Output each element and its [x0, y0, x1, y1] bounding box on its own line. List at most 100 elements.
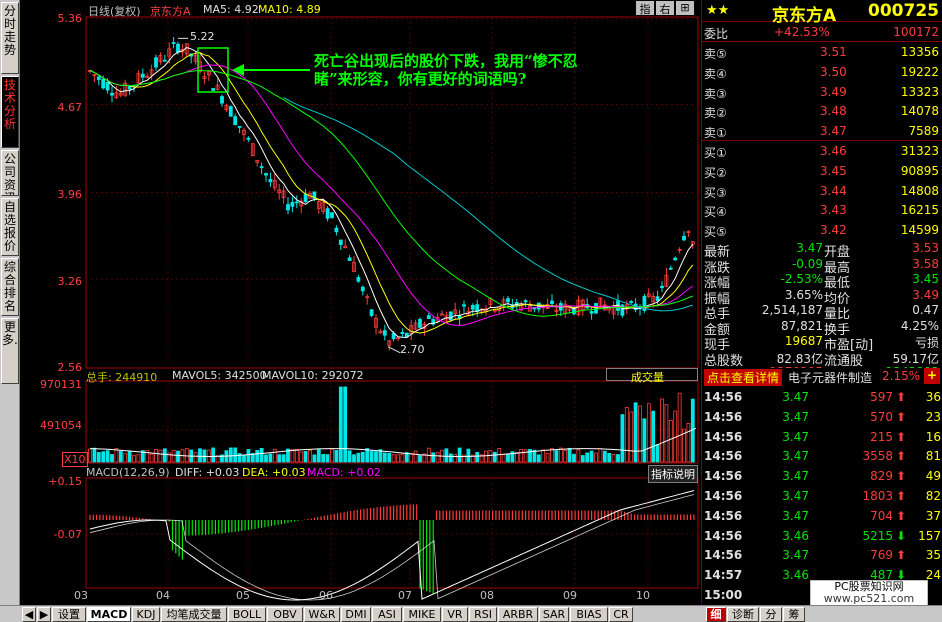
level-volume: 14078: [900, 104, 939, 119]
indicator-tab[interactable]: VR: [442, 607, 468, 622]
tab-more[interactable]: 更多...: [1, 318, 19, 384]
candle-body: [668, 267, 673, 270]
weibi-pct: +42.53%: [774, 25, 830, 39]
macd-help-button[interactable]: 指标说明: [648, 465, 698, 483]
stat-row: 振幅 3.65% 均价 3.49: [702, 288, 942, 307]
indicator-tab[interactable]: BIAS: [570, 607, 608, 622]
volume-bar: [281, 454, 286, 463]
scroll-left-icon[interactable]: ◀: [22, 607, 36, 622]
sector-name[interactable]: 电子元器件制造: [788, 369, 872, 386]
tab-ranking[interactable]: 综合排名: [1, 258, 19, 316]
indicator-tab[interactable]: 均笔成交量: [161, 607, 227, 622]
y-tick-label: 3.96: [57, 188, 83, 201]
tick-time: 14:56: [704, 429, 743, 444]
panel-tab[interactable]: 诊断: [727, 607, 759, 622]
stock-code: 000725: [868, 1, 939, 21]
volume-bar: [466, 448, 471, 463]
volume-bar: [523, 449, 528, 463]
indicator-tab[interactable]: CR: [609, 607, 633, 622]
level-price[interactable]: 3.43: [820, 203, 847, 217]
level-price[interactable]: 3.46: [820, 144, 847, 158]
indicator-tab[interactable]: OBV: [267, 607, 303, 622]
add-button[interactable]: +: [924, 368, 940, 384]
volume-bar: [255, 450, 260, 463]
grid-button[interactable]: ⊞: [676, 1, 694, 15]
vol-total: 总手: 244910: [86, 371, 158, 384]
level-price[interactable]: 3.44: [820, 184, 847, 198]
candle-body: [426, 315, 431, 319]
volume-bar: [541, 449, 546, 463]
level-label: 买⑤: [704, 225, 727, 240]
indicator-tab[interactable]: SAR: [539, 607, 569, 622]
macd-tick-label: +0.15: [48, 475, 82, 488]
level-price[interactable]: 3.45: [820, 164, 847, 178]
kline-chart-svg: [85, 16, 699, 601]
level-price[interactable]: 3.42: [820, 223, 847, 237]
indicator-tab[interactable]: MACD: [87, 607, 131, 622]
volume-bar: [352, 454, 356, 463]
panel-tab[interactable]: 筹: [783, 607, 805, 622]
candle-body: [462, 304, 466, 307]
tick-time: 14:56: [704, 409, 743, 424]
level-volume: 16215: [900, 203, 939, 218]
tab-fenshi[interactable]: 分时走势: [1, 2, 19, 74]
stat-value: 4.25%: [900, 318, 939, 333]
indicator-button[interactable]: 指: [636, 1, 654, 16]
indicator-tab[interactable]: ARBR: [498, 607, 538, 622]
level-price[interactable]: 3.50: [820, 65, 847, 79]
level-price[interactable]: 3.51: [820, 45, 847, 59]
volume-bar: [268, 453, 273, 463]
candle-body: [162, 59, 167, 62]
stat-value: 3.47: [796, 241, 823, 255]
candle-body: [506, 298, 510, 303]
vol-tick-label: 970131: [40, 378, 82, 391]
chart-area[interactable]: 日线(复权) 京东方A MA5: 4.92 MA10: 4.89 指 右 ⊞ 5…: [20, 0, 700, 605]
stat-row: 涨幅 -2.53% 最低 3.45: [702, 272, 942, 291]
indicator-tab[interactable]: W&R: [304, 607, 340, 622]
volume-bar: [96, 452, 101, 463]
stat-value: 87,821: [781, 318, 823, 333]
indicator-tab[interactable]: MIKE: [403, 607, 441, 622]
x-axis-month-label: 09: [563, 589, 577, 602]
tick-price: 3.47: [782, 469, 809, 484]
favorite-stars-icon[interactable]: ★★: [706, 3, 729, 18]
stat-row: 现手 19687 市盈[动] 亏损: [702, 334, 942, 353]
tick-count: 81: [925, 449, 941, 464]
panel-tab[interactable]: 细: [706, 607, 726, 622]
indicator-tab[interactable]: RSI: [469, 607, 497, 622]
panel-tab[interactable]: 分: [760, 607, 782, 622]
indicator-tab[interactable]: DMI: [341, 607, 371, 622]
volume-bar: [338, 386, 343, 463]
volume-bar: [536, 454, 541, 463]
candle-body: [400, 331, 405, 334]
volume-bar: [101, 451, 106, 463]
volume-bar: [365, 448, 370, 463]
level-price[interactable]: 3.49: [820, 85, 847, 99]
volume-bar: [572, 453, 576, 463]
level-label: 卖④: [704, 66, 727, 81]
details-button[interactable]: 点击查看详情: [704, 369, 783, 386]
indicator-tab[interactable]: BOLL: [228, 607, 266, 622]
candle-body: [171, 42, 176, 44]
buy-level-row: 买④ 3.43 16215: [702, 201, 942, 220]
tab-technical[interactable]: 技术分析: [1, 76, 19, 148]
right-button[interactable]: 右: [656, 1, 674, 16]
buy-level-row: 买② 3.45 90895: [702, 162, 942, 181]
vol-indicator-dropdown[interactable]: 成交量: [606, 368, 698, 384]
tick-volume: 215: [870, 429, 893, 444]
level-price[interactable]: 3.47: [820, 124, 847, 138]
volume-bar: [400, 453, 405, 463]
indicator-tab[interactable]: ASI: [372, 607, 402, 622]
indicator-tab[interactable]: KDJ: [132, 607, 160, 622]
volume-bar: [343, 386, 348, 463]
tab-company-info[interactable]: 公司资讯: [1, 150, 19, 196]
tab-watchlist[interactable]: 自选报价: [1, 198, 19, 256]
level-price[interactable]: 3.48: [820, 104, 847, 118]
quote-panel: ★★ 京东方A 000725 委比 +42.53% 100172 卖⑤ 3.51 1…: [701, 0, 942, 606]
candle-body: [268, 179, 273, 183]
level-volume: 31323: [900, 144, 939, 158]
macd-dea: DEA: +0.03: [242, 466, 306, 479]
tick-count: 37: [925, 508, 941, 523]
indicator-tab[interactable]: 设置: [52, 607, 86, 622]
scroll-right-icon[interactable]: ▶: [37, 607, 51, 622]
